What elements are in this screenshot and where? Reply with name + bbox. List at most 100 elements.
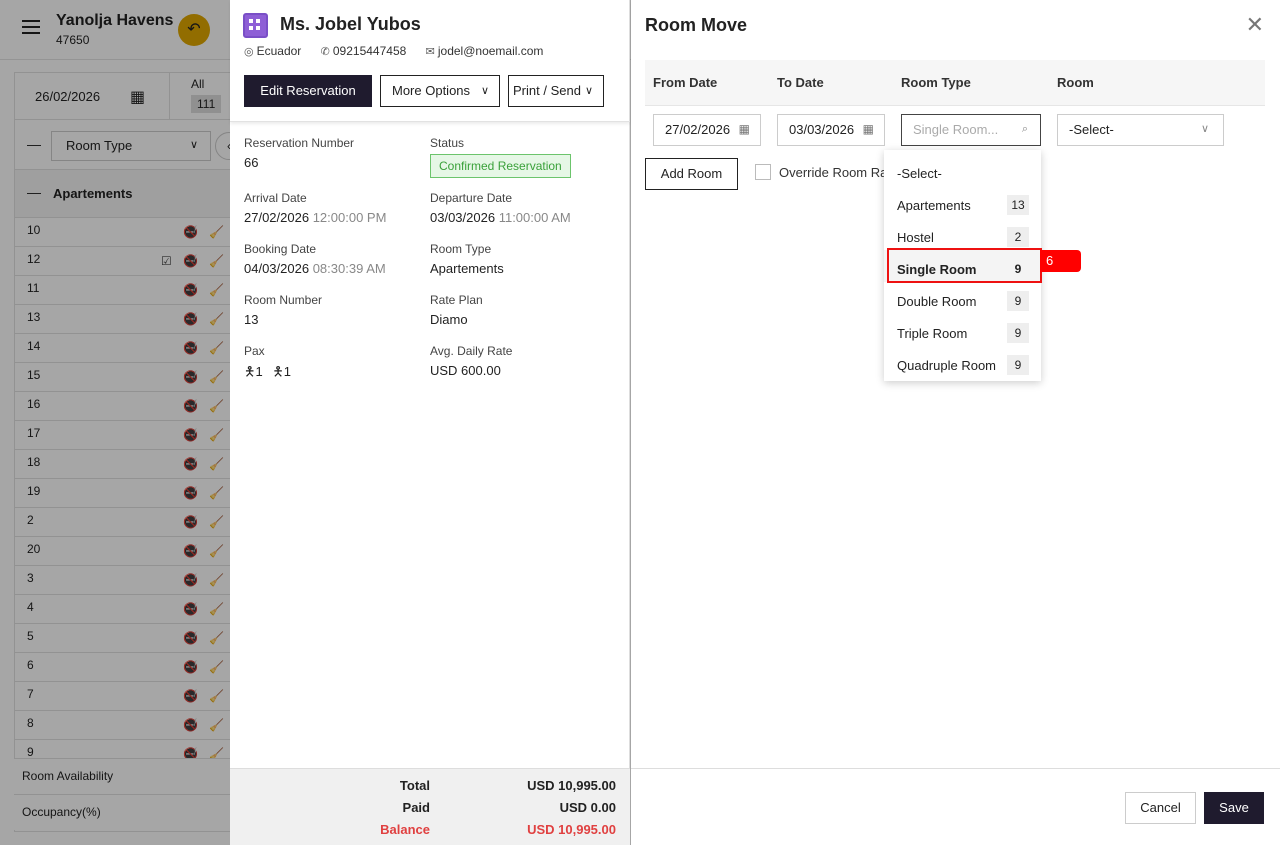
dropdown-option[interactable]: Quadruple Room 9 (884, 346, 1041, 378)
calendar-icon[interactable]: ▦ (735, 122, 750, 136)
status-field: Status Confirmed Reservation (430, 136, 610, 178)
guest-contact: ◎ Ecuador ✆ 09215447458 ✉ jodel@noemail.com (244, 44, 559, 58)
add-room-button[interactable]: Add Room (645, 158, 738, 190)
adr-value: USD 600.00 (430, 363, 501, 378)
mail-icon: ✉ (425, 46, 435, 58)
departure-time: 11:00:00 AM (498, 210, 571, 225)
reservation-totals: Total USD 10,995.00 Paid USD 0.00 Balanc… (230, 768, 630, 845)
col-from-date: From Date (653, 75, 718, 90)
more-options-button[interactable]: More Options ∨ (380, 75, 500, 107)
paid-row: Paid USD 0.00 (230, 800, 630, 820)
building-icon (243, 13, 268, 38)
room-number-value: 13 (244, 312, 259, 327)
field-label: Status (430, 136, 465, 150)
room-select-value: -Select- (1069, 122, 1114, 137)
status-badge: Confirmed Reservation (430, 154, 571, 178)
pax-field: Pax 🯅1 🯅1 (244, 344, 424, 385)
reservation-panel: Ms. Jobel Yubos ◎ Ecuador ✆ 09215447458 ✉ j… (230, 0, 630, 845)
total-label: Total (399, 778, 430, 793)
adult-icon: 🯅 (244, 364, 256, 379)
chevron-down-icon: ∨ (584, 85, 593, 97)
room-type-select[interactable]: Single Room... ⌕ (901, 114, 1041, 146)
from-date-value: 27/02/2026 (665, 122, 731, 137)
field-label: Room Type (430, 242, 492, 256)
dropdown-option[interactable]: Double Room 9 (884, 282, 1041, 314)
balance-value: USD 10,995.00 (527, 822, 616, 837)
dropdown-option[interactable]: Hostel 2 (884, 218, 1041, 250)
dropdown-option-count: 9 (1007, 291, 1029, 311)
room-move-footer: Cancel Save (631, 768, 1280, 845)
dropdown-option-count: 9 (1007, 323, 1029, 343)
booking-date: 04/03/2026 (244, 261, 310, 276)
balance-label: Balance (380, 822, 430, 837)
dropdown-option-count: 9 (1007, 259, 1029, 279)
reservation-number-field: Reservation Number 66 (244, 136, 424, 170)
total-row: Total USD 10,995.00 (230, 778, 630, 798)
field-label: Departure Date (430, 191, 513, 205)
room-type-placeholder: Single Room... (913, 122, 999, 137)
departure-date: 03/03/2026 (430, 210, 496, 225)
balance-row: Balance USD 10,995.00 (230, 822, 630, 842)
col-to-date: To Date (777, 75, 824, 90)
dropdown-option-count: 13 (1007, 195, 1029, 215)
dropdown-option-label: Double Room (897, 294, 977, 309)
annotation-tag: 6 (1040, 250, 1081, 272)
override-room-rate-checkbox[interactable] (755, 164, 771, 180)
field-label: Rate Plan (430, 293, 483, 307)
room-type-value: Apartements (430, 261, 504, 276)
reservation-number: 66 (244, 155, 259, 170)
child-icon: 🯅 (272, 364, 284, 379)
pax-adults: 1 (255, 364, 263, 379)
print-send-button[interactable]: Print / Send ∨ (508, 75, 604, 107)
chevron-down-icon: ∨ (1200, 123, 1209, 135)
dropdown-option[interactable]: Single Room 9 (884, 250, 1041, 282)
rate-plan-field: Rate Plan Diamo (430, 293, 610, 327)
field-label: Avg. Daily Rate (430, 344, 513, 358)
room-select[interactable]: -Select- ∨ (1057, 114, 1224, 146)
field-label: Booking Date (244, 242, 317, 256)
guest-name: Ms. Jobel Yubos (280, 14, 421, 34)
dropdown-option-label: Hostel (897, 230, 934, 245)
booking-time: 08:30:39 AM (312, 261, 386, 276)
field-label: Arrival Date (244, 191, 307, 205)
from-date-input[interactable]: 27/02/2026 ▦ (653, 114, 761, 146)
dropdown-option[interactable]: Triple Room 9 (884, 314, 1041, 346)
search-icon: ⌕ (1021, 123, 1028, 135)
save-button[interactable]: Save (1204, 792, 1264, 824)
rate-plan-value: Diamo (430, 312, 468, 327)
dropdown-option-count: 9 (1007, 355, 1029, 375)
guest-email: jodel@noemail.com (437, 44, 544, 58)
phone-icon: ✆ (320, 46, 330, 58)
pax-children: 1 (283, 364, 291, 379)
dropdown-option-label: Single Room (897, 262, 977, 277)
field-label: Room Number (244, 293, 323, 307)
room-move-panel: Room Move ✕ From Date To Date Room Type … (631, 0, 1280, 845)
reservation-header: Ms. Jobel Yubos ◎ Ecuador ✆ 09215447458 ✉ j… (230, 0, 630, 122)
guest-phone: 09215447458 (332, 44, 407, 58)
room-move-table-header: From Date To Date Room Type Room (645, 60, 1265, 106)
arrival-date: 27/02/2026 (244, 210, 310, 225)
col-room: Room (1057, 75, 1094, 90)
room-type-dropdown: -Select- Apartements 13 Hostel 2 Single Room 9… (884, 150, 1041, 381)
adr-field: Avg. Daily Rate USD 600.00 (430, 344, 610, 378)
to-date-value: 03/03/2026 (789, 122, 855, 137)
cancel-button[interactable]: Cancel (1125, 792, 1196, 824)
arrival-time: 12:00:00 PM (312, 210, 387, 225)
room-move-title: Room Move (645, 15, 748, 35)
dropdown-option[interactable]: -Select- (884, 154, 1041, 186)
dropdown-option-count: 2 (1007, 227, 1029, 247)
close-icon[interactable]: ✕ (1246, 14, 1264, 36)
location-icon: ◎ (244, 46, 254, 58)
dropdown-option-label: -Select- (897, 166, 942, 181)
dropdown-option-label: Apartements (897, 198, 971, 213)
calendar-icon[interactable]: ▦ (859, 122, 874, 136)
room-type-field: Room Type Apartements (430, 242, 610, 276)
dropdown-option-label: Quadruple Room (897, 358, 996, 373)
field-label: Pax (244, 344, 265, 358)
col-room-type: Room Type (901, 75, 971, 90)
to-date-input[interactable]: 03/03/2026 ▦ (777, 114, 885, 146)
edit-reservation-button[interactable]: Edit Reservation (244, 75, 372, 107)
booking-field: Booking Date 04/03/2026 08:30:39 AM (244, 242, 424, 276)
dropdown-option[interactable]: Apartements 13 (884, 186, 1041, 218)
override-room-rate-label[interactable]: Override Room Rate (779, 165, 885, 180)
